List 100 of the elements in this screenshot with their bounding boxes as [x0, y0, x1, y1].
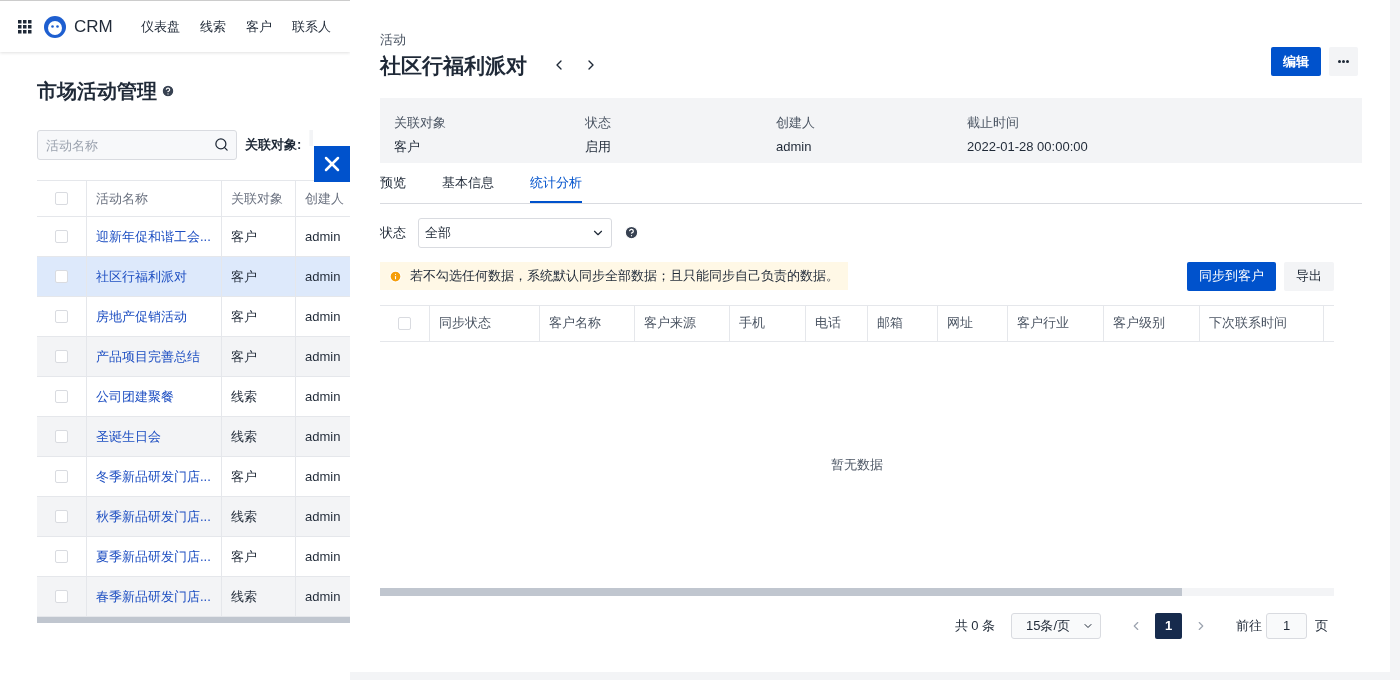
table-cell-text: 客户 — [231, 347, 257, 366]
table-cell-text: admin — [305, 467, 341, 486]
close-button[interactable] — [314, 146, 350, 182]
row-checkbox[interactable] — [55, 590, 68, 603]
page-size-select[interactable]: 15条/页 — [1011, 612, 1101, 639]
table-row[interactable]: 夏季新品研发门店... 客户 admin — [37, 537, 350, 577]
brand-name: CRM — [74, 15, 113, 38]
table-cell-text: 客户 — [231, 267, 257, 286]
status-select[interactable]: 全部 — [418, 217, 612, 248]
edit-button[interactable]: 编辑 — [1271, 47, 1321, 76]
apps-grid-icon[interactable] — [18, 19, 32, 34]
record-type-label: 活动 — [380, 31, 407, 49]
table-row[interactable]: 迎新年促和谐工会... 客户 admin — [37, 217, 350, 257]
table-row[interactable]: 秋季新品研发门店... 线索 admin — [37, 497, 350, 537]
help-icon[interactable] — [624, 225, 639, 240]
table-row[interactable]: 冬季新品研发门店... 客户 admin — [37, 457, 350, 497]
table-cell-text: 客户 — [231, 547, 257, 566]
nav-item[interactable]: 客户 — [245, 16, 272, 37]
column-header: 客户行业 — [1008, 305, 1104, 341]
summary-label: 状态 — [585, 114, 612, 132]
table-row[interactable]: 圣诞生日会 线索 admin — [37, 417, 350, 457]
column-header: 邮箱 — [868, 305, 938, 341]
table-cell-text: 线索 — [231, 587, 257, 606]
table-cell-text: admin — [305, 267, 341, 286]
row-checkbox[interactable] — [55, 350, 68, 363]
activity-link[interactable]: 房地产促销活动 — [96, 306, 187, 327]
activity-link[interactable]: 秋季新品研发门店... — [96, 506, 211, 527]
column-header: 电话 — [806, 305, 868, 341]
activity-link[interactable]: 迎新年促和谐工会... — [96, 226, 211, 247]
table-row[interactable]: 春季新品研发门店... 线索 admin — [37, 577, 350, 617]
column-header: 活动名称 — [87, 181, 222, 216]
row-checkbox[interactable] — [55, 470, 68, 483]
table-cell-text: 线索 — [231, 387, 257, 406]
activity-link[interactable]: 冬季新品研发门店... — [96, 466, 211, 487]
table-row[interactable]: 公司团建聚餐 线索 admin — [37, 377, 350, 417]
export-button[interactable]: 导出 — [1284, 261, 1334, 291]
column-header: 客户名称 — [540, 305, 635, 341]
summary-value: 客户 — [394, 137, 421, 156]
row-checkbox[interactable] — [55, 230, 68, 243]
search-icon[interactable] — [214, 137, 229, 152]
sync-button[interactable]: 同步到客户 — [1187, 261, 1276, 291]
goto-label: 前往 — [1236, 616, 1262, 635]
help-icon[interactable] — [161, 84, 175, 98]
goto-page-field[interactable]: 1 — [1266, 612, 1307, 639]
column-header: 关联对象 — [222, 181, 296, 216]
summary-label: 关联对象 — [394, 114, 447, 132]
summary-value: 2022-01-28 00:00:00 — [967, 137, 1089, 156]
column-header: 下次联系时间 — [1200, 305, 1324, 341]
goto-suffix: 页 — [1315, 616, 1328, 635]
table-cell-text: admin — [305, 347, 341, 366]
summary-label: 截止时间 — [967, 114, 1020, 132]
table-cell-text: 客户 — [231, 227, 257, 246]
page-number[interactable]: 1 — [1155, 612, 1182, 639]
table-cell-text: admin — [305, 387, 341, 406]
table-row[interactable]: 产品项目完善总结 客户 admin — [37, 337, 350, 377]
summary-value: admin — [776, 137, 813, 156]
table-cell-text: 线索 — [231, 507, 257, 526]
notice-text: 若不勾选任何数据，系统默认同步全部数据；且只能同步自己负责的数据。 — [410, 267, 839, 286]
column-header: 客户级别 — [1104, 305, 1200, 341]
row-checkbox[interactable] — [55, 550, 68, 563]
column-header: 网址 — [938, 305, 1008, 341]
filter-label: 关联对象: — [245, 136, 302, 155]
table-cell-text: 线索 — [231, 427, 257, 446]
activity-link[interactable]: 产品项目完善总结 — [96, 346, 200, 367]
table-cell-text: 客户 — [231, 467, 257, 486]
activity-link[interactable]: 春季新品研发门店... — [96, 586, 211, 607]
horizontal-scrollbar[interactable] — [37, 617, 350, 623]
search-field[interactable]: 活动名称 — [37, 130, 237, 160]
select-all-checkbox[interactable] — [398, 316, 411, 330]
row-checkbox[interactable] — [55, 310, 68, 323]
column-header: 手机 — [730, 305, 806, 341]
table-cell-text: admin — [305, 427, 341, 446]
row-checkbox[interactable] — [55, 390, 68, 403]
nav-item[interactable]: 联系人 — [291, 16, 331, 37]
table-row[interactable]: 房地产促销活动 客户 admin — [37, 297, 350, 337]
summary-label: 创建人 — [776, 114, 816, 132]
empty-state-text: 暂无数据 — [831, 455, 883, 474]
row-checkbox[interactable] — [55, 270, 68, 283]
page-title: 市场活动管理 — [37, 79, 157, 104]
activity-link[interactable]: 公司团建聚餐 — [96, 386, 174, 407]
table-cell-text: admin — [305, 507, 341, 526]
nav-item[interactable]: 仪表盘 — [140, 16, 180, 37]
total-count: 共 0 条 — [954, 616, 995, 635]
select-all-checkbox[interactable] — [55, 192, 68, 205]
tab[interactable]: 统计分析 — [530, 173, 582, 203]
summary-value: 启用 — [585, 137, 612, 156]
nav-item[interactable]: 线索 — [199, 16, 226, 37]
status-filter-label: 状态 — [380, 223, 406, 242]
table-cell-text: admin — [305, 587, 341, 606]
activity-link[interactable]: 夏季新品研发门店... — [96, 546, 211, 567]
tab[interactable]: 预览 — [380, 173, 406, 203]
table-row[interactable]: 社区行福利派对 客户 admin — [37, 257, 350, 297]
row-checkbox[interactable] — [55, 510, 68, 523]
more-button[interactable] — [1329, 47, 1358, 76]
activity-link[interactable]: 圣诞生日会 — [96, 426, 161, 447]
tab[interactable]: 基本信息 — [442, 173, 494, 203]
horizontal-scrollbar[interactable] — [380, 587, 1334, 596]
activity-link[interactable]: 社区行福利派对 — [96, 266, 187, 287]
table-cell-text: admin — [305, 227, 341, 246]
row-checkbox[interactable] — [55, 430, 68, 443]
